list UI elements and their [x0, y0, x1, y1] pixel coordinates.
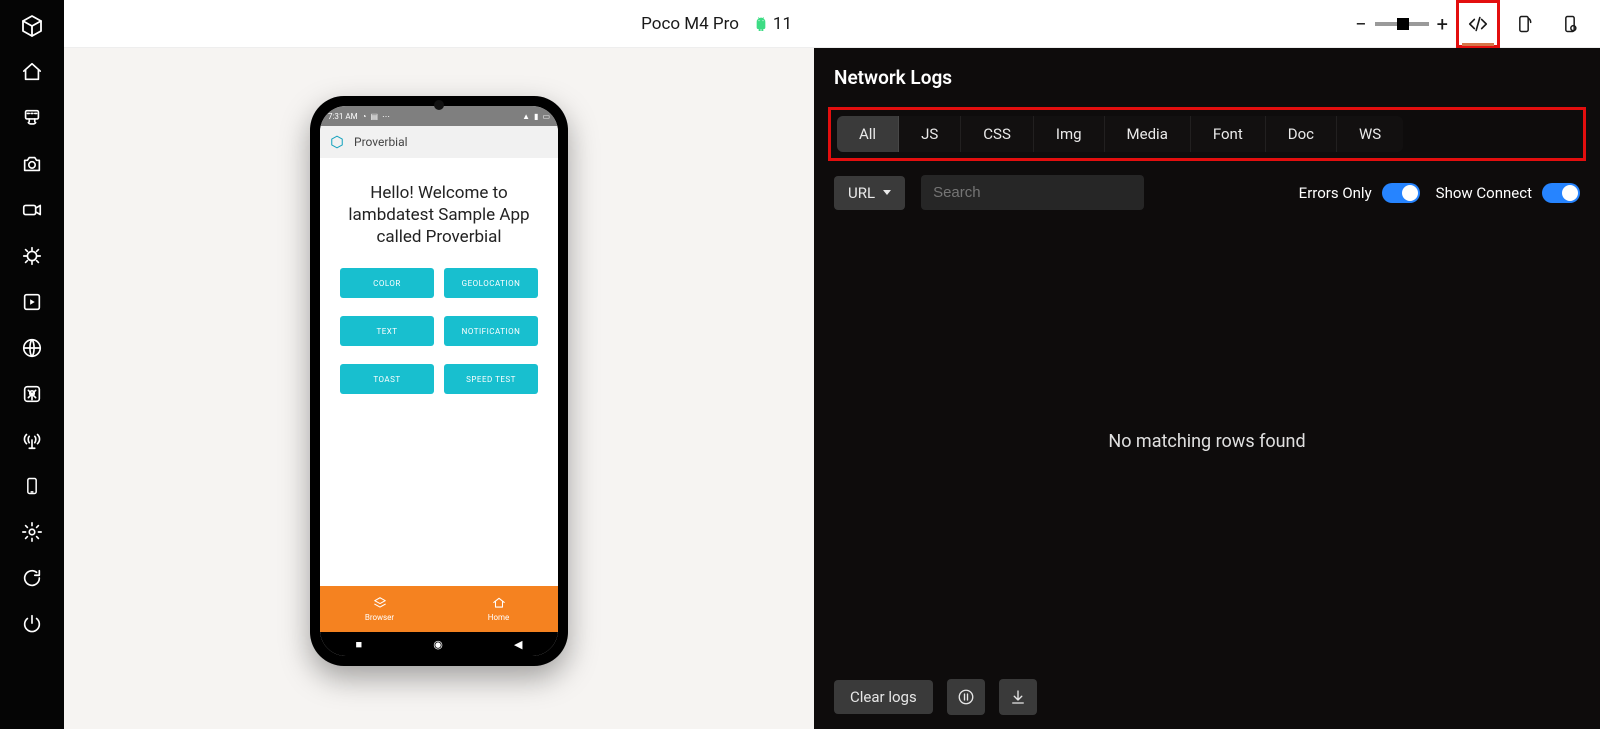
- network-logs-footer: Clear logs: [814, 665, 1600, 729]
- network-logs-title: Network Logs: [814, 48, 1600, 101]
- debug-icon[interactable]: [20, 244, 44, 268]
- search-row: URL Errors Only Show Connect: [814, 175, 1600, 218]
- phone-action-button[interactable]: TOAST: [340, 364, 434, 394]
- filter-tab-ws[interactable]: WS: [1337, 116, 1403, 152]
- phone-action-button[interactable]: SPEED TEST: [444, 364, 538, 394]
- phone-action-button[interactable]: COLOR: [340, 268, 434, 298]
- show-connect-label: Show Connect: [1436, 184, 1532, 202]
- filter-tab-media[interactable]: Media: [1105, 116, 1191, 152]
- zoom-out-icon[interactable]: −: [1355, 12, 1366, 36]
- os-badge: 11: [753, 14, 792, 34]
- search-input[interactable]: [921, 175, 1144, 210]
- show-connect-toggle[interactable]: [1542, 183, 1580, 203]
- power-icon[interactable]: [20, 612, 44, 636]
- bottom-nav-browser[interactable]: Browser: [320, 586, 439, 632]
- network-logs-panel: Network Logs All JS CSS Img Media Font D…: [814, 48, 1600, 729]
- filter-highlight-box: All JS CSS Img Media Font Doc WS: [828, 107, 1586, 161]
- phone-action-button[interactable]: TEXT: [340, 316, 434, 346]
- filter-tab-font[interactable]: Font: [1191, 116, 1266, 152]
- home-icon: [492, 596, 506, 610]
- video-icon[interactable]: [20, 198, 44, 222]
- welcome-line: called Proverbial: [348, 226, 529, 248]
- phone-status-icon: ◔: [362, 112, 367, 121]
- zoom-in-icon[interactable]: +: [1437, 12, 1448, 36]
- left-sidebar: [0, 0, 64, 729]
- workspace: 7:31 AM ◔ ▤ ⋯ ▲ ▮ ▭: [64, 48, 1600, 729]
- filter-tab-img[interactable]: Img: [1034, 116, 1105, 152]
- empty-state-message: No matching rows found: [1108, 431, 1305, 452]
- errors-only-label: Errors Only: [1299, 184, 1372, 202]
- phone-action-button[interactable]: GEOLOCATION: [444, 268, 538, 298]
- phone-bottom-nav: Browser Home: [320, 586, 558, 632]
- download-button[interactable]: [999, 679, 1037, 715]
- bottom-nav-label: Home: [488, 613, 510, 622]
- app-title: Proverbial: [354, 135, 408, 149]
- url-scope-dropdown[interactable]: URL: [834, 176, 905, 210]
- welcome-text: Hello! Welcome to lambdatest Sample App …: [348, 182, 529, 248]
- os-version-label: 11: [773, 14, 792, 34]
- zoom-slider[interactable]: [1375, 22, 1429, 26]
- home-button[interactable]: ◉: [433, 638, 443, 651]
- app-logo-icon: [330, 135, 344, 149]
- filter-tab-all[interactable]: All: [837, 116, 899, 152]
- errors-only-toggle-group: Errors Only: [1299, 183, 1420, 203]
- caret-down-icon: [883, 190, 891, 195]
- phone-app-bar: Proverbial: [320, 126, 558, 158]
- filter-tab-doc[interactable]: Doc: [1266, 116, 1337, 152]
- phone-button-grid: COLOR GEOLOCATION TEXT NOTIFICATION TOAS…: [336, 268, 542, 394]
- layers-icon: [373, 596, 387, 610]
- device-icon[interactable]: [20, 474, 44, 498]
- globe-icon[interactable]: [20, 336, 44, 360]
- play-square-icon[interactable]: [20, 290, 44, 314]
- pause-button[interactable]: [947, 679, 985, 715]
- main-area: Poco M4 Pro 11 − +: [64, 0, 1600, 729]
- android-icon: [753, 16, 769, 32]
- device-name-label: Poco M4 Pro: [641, 14, 739, 34]
- devtools-button[interactable]: [1462, 8, 1494, 40]
- welcome-line: Hello! Welcome to: [348, 182, 529, 204]
- phone-status-icon: ⋯: [382, 112, 390, 121]
- recent-apps-button[interactable]: ■: [356, 638, 363, 651]
- logo-icon[interactable]: [20, 14, 44, 38]
- battery-icon: ▭: [542, 112, 550, 121]
- clear-logs-button[interactable]: Clear logs: [834, 680, 933, 714]
- phone-frame: 7:31 AM ◔ ▤ ⋯ ▲ ▮ ▭: [310, 96, 568, 666]
- home-icon[interactable]: [20, 60, 44, 84]
- phone-time: 7:31 AM: [328, 112, 358, 121]
- back-button[interactable]: ◀: [514, 638, 522, 651]
- errors-only-toggle[interactable]: [1382, 183, 1420, 203]
- phone-camera-notch: [434, 100, 444, 110]
- filter-tab-js[interactable]: JS: [899, 116, 961, 152]
- device-switch-button[interactable]: [1554, 8, 1586, 40]
- bottom-nav-home[interactable]: Home: [439, 586, 558, 632]
- network-logs-body: No matching rows found: [814, 218, 1600, 665]
- phone-content: Hello! Welcome to lambdatest Sample App …: [320, 158, 558, 586]
- settings-gear-icon[interactable]: [20, 520, 44, 544]
- show-connect-toggle-group: Show Connect: [1436, 183, 1580, 203]
- device-cast-button[interactable]: [1508, 8, 1540, 40]
- device-preview-area: 7:31 AM ◔ ▤ ⋯ ▲ ▮ ▭: [64, 48, 814, 729]
- bottom-nav-label: Browser: [365, 613, 394, 622]
- phone-system-nav: ■ ◉ ◀: [320, 632, 558, 656]
- url-scope-label: URL: [848, 184, 875, 202]
- signal-icon: ▮: [534, 112, 538, 121]
- phone-action-button[interactable]: NOTIFICATION: [444, 316, 538, 346]
- welcome-line: lambdatest Sample App: [348, 204, 529, 226]
- camera-icon[interactable]: [20, 152, 44, 176]
- top-bar: Poco M4 Pro 11 − +: [64, 0, 1600, 48]
- wifi-icon: ▲: [522, 112, 530, 121]
- refresh-icon[interactable]: [20, 566, 44, 590]
- filter-tab-css[interactable]: CSS: [961, 116, 1034, 152]
- network-tower-icon[interactable]: [20, 428, 44, 452]
- location-icon[interactable]: [20, 382, 44, 406]
- filter-tabs: All JS CSS Img Media Font Doc WS: [837, 116, 1403, 152]
- zoom-control[interactable]: − +: [1355, 12, 1448, 36]
- phone-status-icon: ▤: [370, 112, 378, 121]
- phone-screen[interactable]: 7:31 AM ◔ ▤ ⋯ ▲ ▮ ▭: [320, 106, 558, 656]
- apps-icon[interactable]: [20, 106, 44, 130]
